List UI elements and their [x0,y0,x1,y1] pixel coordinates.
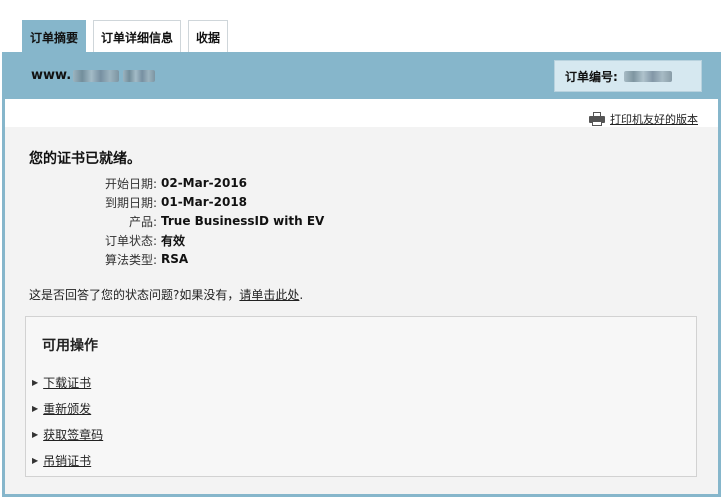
action-label: 吊销证书 [43,454,92,468]
detail-value-row: RSA [161,250,188,268]
triangle-right-icon: ▶ [32,404,39,413]
redacted-order-number [623,70,672,82]
certificate-ready-title: 您的证书已就绪。 [29,151,141,167]
redacted-domain-tld [123,69,156,82]
print-strip: 打印机友好的版本 [5,99,718,127]
status-question: 这是否回答了您的状态问题?如果没有，请单击此处. [29,286,303,303]
available-actions-box: 可用操作 ▶ 下载证书 ▶ 重新颁发 ▶ 获取签章码 ▶ 吊销证书 [25,316,697,477]
get-seal-code-link[interactable]: ▶ 获取签章码 [32,426,103,443]
detail-value-row: 02-Mar-2016 [161,174,247,192]
tab-order-details[interactable]: 订单详细信息 [93,20,182,53]
order-number-label: 订单编号: [565,69,618,84]
detail-value-expiry-date: 01-Mar-2018 [161,195,248,209]
reissue-link[interactable]: ▶ 重新颁发 [32,400,91,417]
print-friendly-link[interactable]: 打印机友好的版本 [589,111,698,127]
action-label: 下载证书 [43,376,92,390]
status-question-suffix: . [299,288,304,302]
order-number-box: 订单编号: [554,60,702,92]
detail-value-row: 01-Mar-2018 [161,193,247,211]
detail-value-row: 有效 [161,231,185,249]
detail-row-start-date: 开始日期: [5,174,157,192]
tab-order-summary[interactable]: 订单摘要 [22,20,87,53]
detail-value-start-date: 02-Mar-2016 [161,176,248,190]
detail-row-order-status: 订单状态: [5,231,157,249]
download-certificate-link[interactable]: ▶ 下载证书 [32,374,91,391]
status-question-text: 这是否回答了您的状态问题?如果没有， [29,288,240,302]
detail-label: 订单状态: [104,233,157,248]
detail-value-algorithm: RSA [161,252,189,266]
action-label: 重新颁发 [43,402,92,416]
revoke-certificate-link[interactable]: ▶ 吊销证书 [32,452,91,469]
detail-row-product: 产品: [5,212,157,230]
tab-receipt[interactable]: 收据 [188,20,229,53]
detail-value-order-status: 有效 [161,233,186,248]
detail-value-row: True BusinessID with EV [161,212,324,230]
detail-row-algorithm: 算法类型: [5,250,157,268]
detail-label: 算法类型: [104,252,157,267]
print-friendly-label: 打印机友好的版本 [610,113,698,126]
detail-label: 产品: [128,214,157,229]
header-bar: www. 订单编号: [5,52,718,99]
detail-label: 到期日期: [104,195,157,210]
detail-value-product: True BusinessID with EV [161,214,325,228]
order-summary-panel: www. 订单编号: 打印机友好的版本 您的证书已就绪。 开始日期: 02-Ma… [2,52,721,497]
redacted-domain [73,69,120,82]
detail-row-expiry-date: 到期日期: [5,193,157,211]
domain-prefix: www. [31,68,72,83]
click-here-link[interactable]: 请单击此处 [239,288,299,302]
triangle-right-icon: ▶ [32,456,39,465]
domain-name: www. [31,68,156,83]
available-actions-title: 可用操作 [42,338,98,354]
printer-icon [589,112,605,126]
detail-label: 开始日期: [104,176,157,191]
tab-bar: 订单摘要 订单详细信息 收据 [22,20,229,53]
triangle-right-icon: ▶ [32,378,39,387]
action-label: 获取签章码 [43,428,104,442]
triangle-right-icon: ▶ [32,430,39,439]
